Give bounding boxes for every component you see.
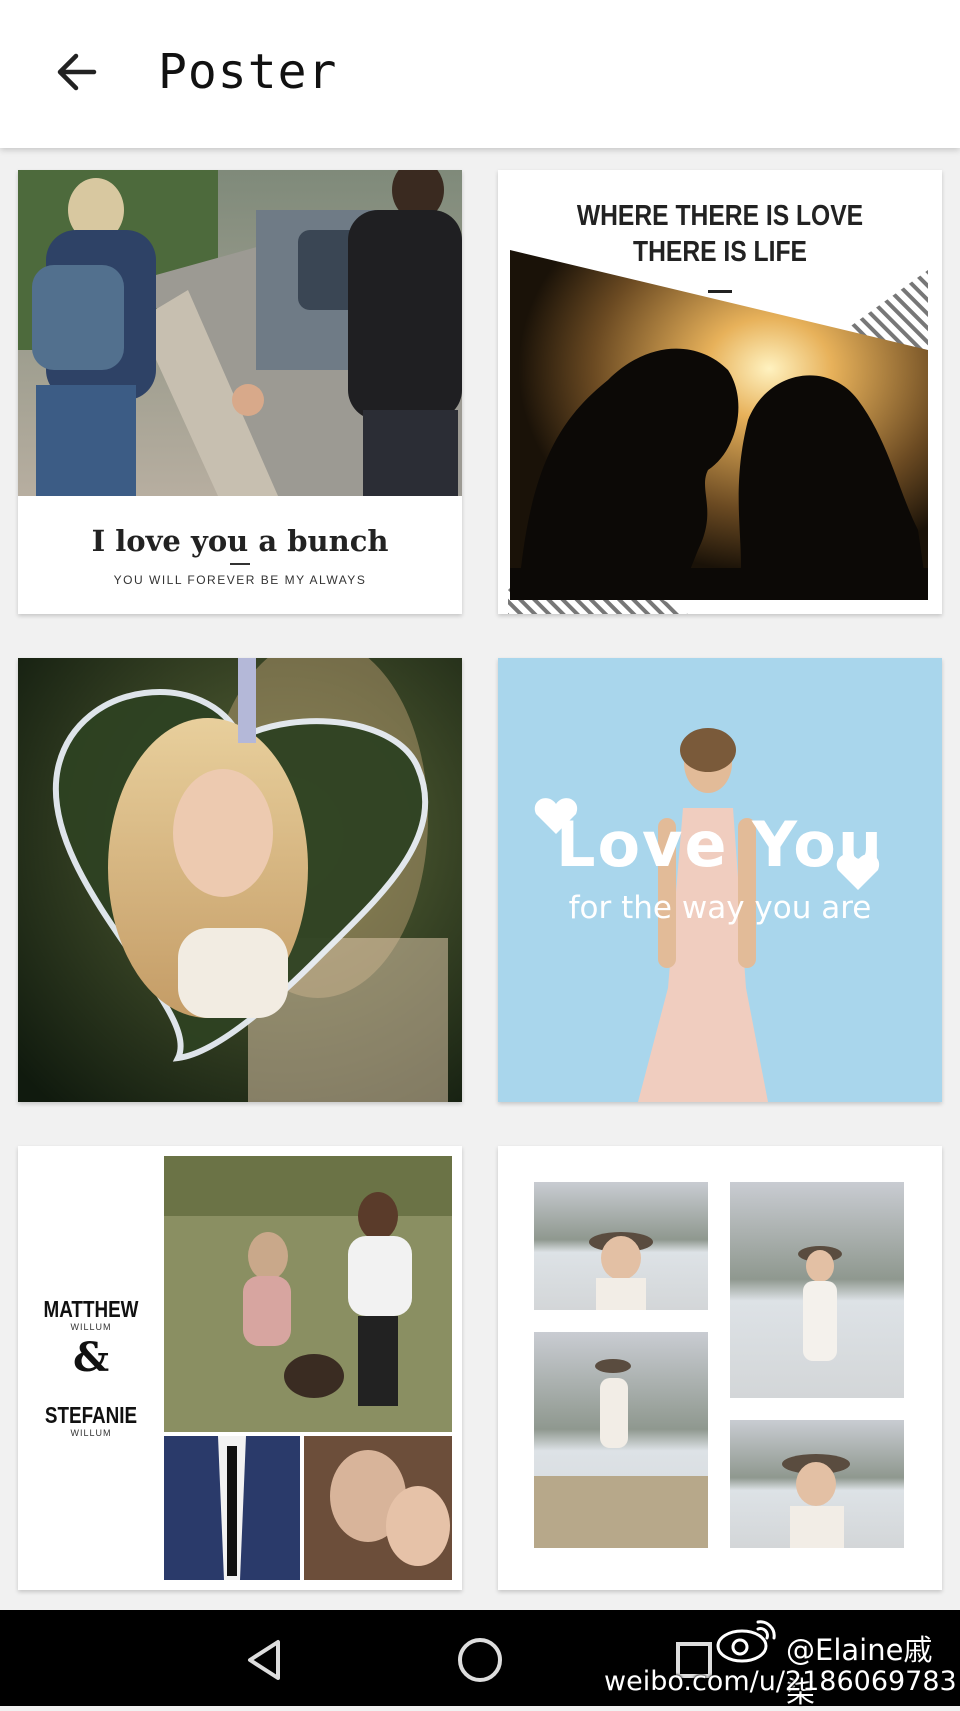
back-button[interactable] (40, 36, 112, 108)
crystal-heart-portrait-photo (18, 658, 462, 1102)
weibo-logo-icon (716, 1620, 776, 1663)
poster-headline: Love You (555, 808, 885, 881)
poster-template-card[interactable] (498, 1146, 942, 1590)
couple-silhouette-photo (508, 250, 928, 614)
poster-template-card[interactable] (18, 658, 462, 1102)
app-bar: Poster (0, 0, 960, 148)
woman-in-hat-collage-photo (534, 1182, 904, 1548)
page-title: Poster (158, 44, 338, 100)
poster-template-card[interactable]: MATTHEW WILLUM & STEFANIE WILLUM (18, 1146, 462, 1590)
poster-grid: I love you a bunch YOU WILL FOREVER BE M… (0, 148, 960, 1610)
poster-subline: for the way you are (568, 890, 872, 926)
nav-back-button[interactable] (234, 1628, 298, 1692)
poster-template-card[interactable]: Love You for the way you are (498, 658, 942, 1102)
arrow-left-icon (57, 53, 97, 91)
watermark-url: weibo.com/u/2186069783 (604, 1666, 957, 1697)
poster-subline: YOU WILL FOREVER BE MY ALWAYS (113, 573, 367, 587)
wedding-collage-photo (164, 1156, 452, 1580)
couple-holding-hands-photo (18, 170, 462, 496)
home-circle-icon (458, 1638, 502, 1682)
poster-template-card[interactable]: WHERE THERE IS LOVE THERE IS LIFE (498, 170, 942, 614)
back-triangle-icon (248, 1640, 280, 1680)
poster-template-card[interactable]: I love you a bunch YOU WILL FOREVER BE M… (18, 170, 462, 614)
divider (230, 563, 250, 565)
poster-headline: I love you a bunch (91, 524, 389, 558)
nav-home-button[interactable] (448, 1628, 512, 1692)
